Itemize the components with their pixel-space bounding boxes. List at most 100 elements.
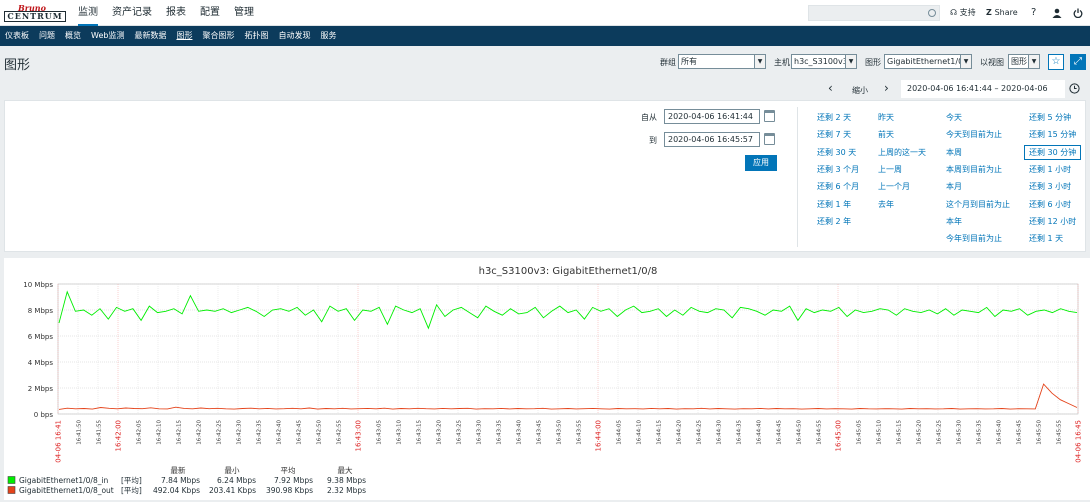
quick-range-link[interactable]: 还剩 30 天 xyxy=(817,147,856,158)
group-label: 群组 xyxy=(660,58,676,67)
subnav-discovery[interactable]: 自动发现 xyxy=(273,26,315,46)
quick-range-link[interactable]: 还剩 3 个月 xyxy=(817,164,859,175)
apply-button[interactable]: 应用 xyxy=(745,155,777,171)
x-tick-label: 16:45:15 xyxy=(897,420,903,445)
topnav-inventory[interactable]: 资产记录 xyxy=(112,0,152,26)
top-bar: Bruno CENTRUM 监测 资产记录 报表 配置 管理 ☊ 支持 Z Sh… xyxy=(0,0,1090,26)
chart-title: h3c_S3100v3: GigabitEthernet1/0/8 xyxy=(479,266,658,277)
subnav-screens[interactable]: 聚合图形 xyxy=(197,26,239,46)
quick-range-link[interactable]: 本月 xyxy=(946,181,962,192)
fullscreen-button[interactable]: ⤢ xyxy=(1070,54,1086,70)
quick-range-link[interactable]: 前天 xyxy=(878,129,894,140)
zoom-out-button[interactable]: 缩小 xyxy=(852,85,868,96)
group-select[interactable]: 所有 ▼ xyxy=(678,54,766,69)
x-tick-label: 16:43:05 xyxy=(377,420,383,445)
next-period-icon[interactable]: › xyxy=(884,81,889,95)
legend-agg: [平均] xyxy=(121,475,142,485)
group-value: 所有 xyxy=(681,57,697,66)
x-tick-label: 16:44:15 xyxy=(657,420,663,445)
quick-range-link[interactable]: 还剩 1 小时 xyxy=(1029,164,1071,175)
share-link[interactable]: Z Share xyxy=(986,0,1018,26)
x-tick-label: 16:44:00 xyxy=(595,420,603,451)
x-tick-label: 16:43:15 xyxy=(417,420,423,445)
topnav-configuration[interactable]: 配置 xyxy=(200,0,220,26)
y-tick-label: 6 Mbps xyxy=(28,333,54,341)
clock-icon[interactable] xyxy=(1069,83,1080,96)
subnav-latest-data[interactable]: 最新数据 xyxy=(129,26,171,46)
subnav-maps[interactable]: 拓扑图 xyxy=(239,26,273,46)
calendar-icon[interactable] xyxy=(764,110,775,122)
host-select[interactable]: h3c_S3100v3 ▼ xyxy=(791,54,857,69)
legend-series-name: GigabitEthernet1/0/8_out xyxy=(19,486,114,495)
subnav-problems[interactable]: 问题 xyxy=(34,26,60,46)
x-tick-label: 16:42:05 xyxy=(137,420,143,445)
quick-range-link[interactable]: 今天 xyxy=(946,112,962,123)
subnav-overview[interactable]: 概览 xyxy=(60,26,86,46)
quick-range-link[interactable]: 还剩 3 小时 xyxy=(1029,181,1071,192)
support-link[interactable]: ☊ 支持 xyxy=(950,0,976,26)
y-tick-label: 4 Mbps xyxy=(28,359,54,367)
topnav-monitoring[interactable]: 监测 xyxy=(78,0,98,26)
quick-range-link[interactable]: 本年 xyxy=(946,216,962,227)
x-tick-label: 16:45:35 xyxy=(977,420,983,445)
quick-range-link[interactable]: 这个月到目前为止 xyxy=(946,199,1010,210)
quick-range-link[interactable]: 昨天 xyxy=(878,112,894,123)
power-icon[interactable] xyxy=(1073,0,1083,26)
to-input[interactable]: 2020-04-06 16:45:57 xyxy=(664,132,760,147)
quick-range-link[interactable]: 今年到目前为止 xyxy=(946,233,1002,244)
view-value: 图形 xyxy=(1011,57,1027,66)
calendar-icon[interactable] xyxy=(764,133,775,145)
search-icon[interactable] xyxy=(928,9,936,17)
search-input[interactable] xyxy=(808,5,940,21)
x-tick-label: 16:44:55 xyxy=(817,420,823,445)
x-tick-label: 16:45:05 xyxy=(857,420,863,445)
subnav-dashboard[interactable]: 仪表板 xyxy=(0,26,34,46)
quick-range-link[interactable]: 还剩 2 年 xyxy=(817,216,851,227)
topnav-administration[interactable]: 管理 xyxy=(234,0,254,26)
quick-range-link[interactable]: 还剩 1 年 xyxy=(817,199,851,210)
quick-range-link[interactable]: 还剩 6 小时 xyxy=(1029,199,1071,210)
logo-text: CENTRUM xyxy=(4,11,66,22)
quick-range-link[interactable]: 上一个月 xyxy=(878,181,910,192)
prev-period-icon[interactable]: ‹ xyxy=(828,81,833,95)
subnav-web[interactable]: Web监测 xyxy=(86,26,129,46)
subnav-services[interactable]: 服务 xyxy=(315,26,341,46)
quick-range-link[interactable]: 还剩 2 天 xyxy=(817,112,851,123)
quick-range-link[interactable]: 还剩 5 分钟 xyxy=(1029,112,1071,123)
chevron-down-icon: ▼ xyxy=(1028,55,1039,68)
page-header: 图形 群组 所有 ▼ 主机 h3c_S3100v3 ▼ 图形 GigabitEthe… xyxy=(0,46,1090,78)
legend-series-name: GigabitEthernet1/0/8_in xyxy=(19,476,109,485)
quick-range-link[interactable]: 还剩 30 分钟 xyxy=(1024,144,1082,160)
subnav-graphs[interactable]: 图形 xyxy=(171,26,197,46)
headset-icon: ☊ xyxy=(950,8,960,17)
quick-range-link[interactable]: 今天到目前为止 xyxy=(946,129,1002,140)
quick-range-link[interactable]: 还剩 1 天 xyxy=(1029,233,1063,244)
host-value: h3c_S3100v3 xyxy=(794,57,848,66)
legend-header: 最小 xyxy=(225,466,240,475)
time-range-display[interactable]: 2020-04-06 16:41:44 – 2020-04-06 16:45:5… xyxy=(901,80,1065,111)
user-icon[interactable] xyxy=(1052,0,1062,26)
favorite-button[interactable]: ☆ xyxy=(1048,54,1064,70)
graph-chart: h3c_S3100v3: GigabitEthernet1/0/8 0 bps 2 … xyxy=(7,266,1083,495)
graph-select[interactable]: GigabitEthernet1/0/8 ▼ xyxy=(884,54,972,69)
quick-range-link[interactable]: 上一周 xyxy=(878,164,902,175)
quick-range-link[interactable]: 本周 xyxy=(946,147,962,158)
logo[interactable]: Bruno CENTRUM xyxy=(4,3,66,23)
view-select[interactable]: 图形 ▼ xyxy=(1008,54,1040,69)
x-tick-label: 16:42:10 xyxy=(157,420,163,445)
topnav-reports[interactable]: 报表 xyxy=(166,0,186,26)
quick-range-link[interactable]: 还剩 7 天 xyxy=(817,129,851,140)
quick-range-link[interactable]: 本周到目前为止 xyxy=(946,164,1002,175)
legend-swatch xyxy=(7,476,16,484)
legend-stat: 390.98 Kbps xyxy=(266,486,313,495)
help-link[interactable]: ? xyxy=(1031,0,1036,26)
x-tick-label: 16:42:45 xyxy=(297,420,303,445)
quick-range-link[interactable]: 还剩 12 小时 xyxy=(1029,216,1076,227)
quick-range-link[interactable]: 还剩 15 分钟 xyxy=(1029,129,1076,140)
x-tick-label: 04-06 16:45 xyxy=(1075,420,1083,463)
quick-range-link[interactable]: 还剩 6 个月 xyxy=(817,181,859,192)
quick-range-link[interactable]: 上周的这一天 xyxy=(878,147,926,158)
quick-range-link[interactable]: 去年 xyxy=(878,199,894,210)
from-input[interactable]: 2020-04-06 16:41:44 xyxy=(664,109,760,124)
x-tick-label: 16:41:55 xyxy=(97,420,103,445)
